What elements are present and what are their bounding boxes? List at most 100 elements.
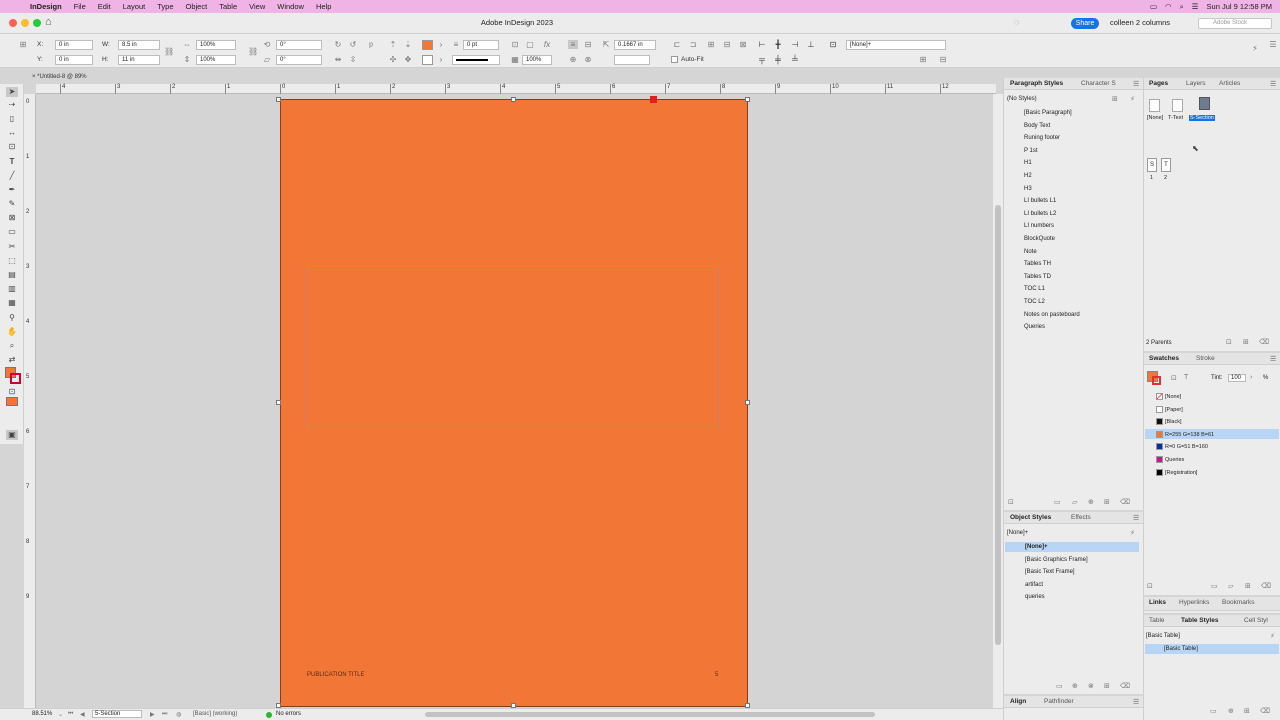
text-frame-outline[interactable] — [307, 265, 720, 430]
folder-icon[interactable]: ▱ — [1072, 498, 1077, 506]
menu-table[interactable]: Table — [219, 2, 237, 11]
text-wrap-none-icon[interactable]: ≡ — [568, 40, 578, 49]
gradient-feather-tool-icon[interactable]: ▥ — [6, 284, 18, 294]
free-transform-tool-icon[interactable]: ⬚ — [6, 256, 18, 266]
paragraph-style-item[interactable]: LI bullets L1 — [1024, 198, 1056, 204]
align-left-icon[interactable]: ⊢ — [757, 40, 767, 49]
new-style-icon[interactable]: ⊞ — [1244, 707, 1250, 715]
battery-icon[interactable]: ▭ — [1150, 2, 1157, 11]
preflight-globe-icon[interactable]: ◍ — [176, 711, 181, 718]
controlbar-menu-icon[interactable]: ☰ — [1268, 40, 1278, 49]
running-footer-page-number[interactable]: 5 — [715, 672, 718, 678]
parent-thumb-none[interactable] — [1149, 99, 1160, 112]
opacity-field[interactable]: 100% — [522, 55, 552, 65]
preflight-profile[interactable]: [Basic] (working) — [193, 711, 237, 717]
trash-icon[interactable]: ⌫ — [1259, 338, 1269, 346]
formatting-container-icon[interactable]: ⊡ — [1171, 374, 1177, 382]
swatch-stroke-proxy[interactable] — [1152, 376, 1161, 385]
rectangle-frame-tool-icon[interactable]: ⊠ — [6, 213, 18, 223]
panel-menu-icon[interactable]: ☰ — [1133, 80, 1139, 88]
menu-object[interactable]: Object — [186, 2, 208, 11]
tab-links[interactable]: Links — [1149, 599, 1166, 606]
selection-tool-icon[interactable]: ➤ — [6, 87, 18, 97]
scale-y-field[interactable]: 100% — [196, 55, 236, 65]
create-style-group-icon[interactable]: ⊞ — [1112, 95, 1118, 103]
parent-label-t-text[interactable]: T-Text — [1168, 115, 1183, 121]
last-page-icon[interactable]: ⏭ — [162, 711, 167, 718]
rotate-field[interactable]: 0° — [276, 40, 322, 50]
paragraph-style-item[interactable]: [Basic Paragraph] — [1024, 110, 1072, 116]
text-wrap-bounding-icon[interactable]: ⊟ — [583, 40, 593, 49]
paragraph-style-item[interactable]: Note — [1024, 249, 1037, 255]
align-center-icon[interactable]: ╋ — [773, 40, 783, 49]
tab-table[interactable]: Table — [1149, 617, 1165, 624]
library-icon[interactable]: ⊡ — [1008, 498, 1014, 506]
object-style-item[interactable]: artifact — [1025, 582, 1043, 588]
running-footer-title[interactable]: PUBLICATION TITLE — [307, 672, 364, 678]
paragraph-style-item[interactable]: Tables TD — [1024, 274, 1051, 280]
trash-icon[interactable]: ⌫ — [1260, 707, 1270, 715]
align-right-icon[interactable]: ⊣ — [790, 40, 800, 49]
distribute-bottom-icon[interactable]: ╧ — [790, 55, 800, 64]
new-style-icon[interactable]: ⊞ — [1104, 682, 1110, 690]
clear-overrides-icon[interactable]: ⊕ — [1228, 707, 1234, 715]
width-field[interactable]: 8.5 in — [118, 40, 160, 50]
panel-menu-icon[interactable]: ☰ — [1133, 698, 1139, 706]
page-thumb-1[interactable]: S — [1147, 158, 1157, 172]
panel-menu-icon[interactable]: ☰ — [1270, 80, 1276, 88]
tab-stroke[interactable]: Stroke — [1196, 355, 1215, 362]
preflight-errors[interactable]: No errors — [276, 711, 301, 717]
object-style-item[interactable]: [None]+ — [1025, 544, 1048, 550]
rectangle-tool-icon[interactable]: ▭ — [6, 227, 18, 237]
panel-menu-icon[interactable]: ☰ — [1133, 514, 1139, 522]
align-h-centers-icon[interactable]: ⊐ — [688, 40, 698, 49]
zoom-tool-icon[interactable]: ⌕ — [6, 341, 18, 351]
tint-field[interactable]: 100 — [1228, 374, 1246, 382]
trash-icon[interactable]: ⌫ — [1120, 682, 1130, 690]
trash-icon[interactable]: ⌫ — [1261, 582, 1271, 590]
menu-file[interactable]: File — [74, 2, 86, 11]
height-field[interactable]: 11 in — [118, 55, 160, 65]
fitting-offset-field[interactable]: 0.1667 in — [614, 40, 656, 50]
paragraph-style-item[interactable]: Tables TH — [1024, 261, 1051, 267]
swatch-item[interactable]: [Paper] — [1165, 407, 1183, 413]
select-container-icon[interactable]: ⇡ — [388, 40, 398, 49]
distribute-icon[interactable]: ⊟ — [722, 40, 732, 49]
vertical-scrollbar-thumb[interactable] — [995, 205, 1001, 645]
swatch-item[interactable]: [Black] — [1165, 419, 1182, 425]
folder-icon[interactable]: ▭ — [1210, 707, 1217, 715]
control-center-icon[interactable]: ☰ — [1192, 2, 1199, 11]
paragraph-style-item[interactable]: BlockQuote — [1024, 236, 1055, 242]
next-page-icon[interactable]: ▶ — [150, 711, 155, 718]
horizontal-scrollbar-thumb[interactable] — [425, 712, 875, 717]
tab-articles[interactable]: Articles — [1219, 80, 1240, 87]
menu-window[interactable]: Window — [277, 2, 304, 11]
paragraph-style-item[interactable]: H2 — [1024, 173, 1032, 179]
shear-field[interactable]: 0° — [276, 55, 322, 65]
object-style-item[interactable]: [Basic Graphics Frame] — [1025, 557, 1088, 563]
screen-mode-icon[interactable]: ▣ — [6, 430, 18, 440]
pen-tool-icon[interactable]: ✒ — [6, 185, 18, 195]
trash-icon[interactable]: ⌫ — [1120, 498, 1130, 506]
formatting-text-icon[interactable]: T — [1184, 374, 1188, 381]
tint-dropdown-icon[interactable]: › — [1250, 374, 1252, 381]
note-tool-icon[interactable]: ▦ — [6, 298, 18, 308]
search-icon[interactable]: ⌕ — [1180, 2, 1184, 12]
tab-layers[interactable]: Layers — [1186, 80, 1206, 87]
distribute-middle-icon[interactable]: ╪ — [773, 55, 783, 64]
auto-fit-checkbox[interactable] — [671, 56, 678, 63]
fill-dropdown-icon[interactable]: › — [436, 40, 446, 49]
distribute-top-icon[interactable]: ╤ — [757, 55, 767, 64]
gap-tool-icon[interactable]: ↔ — [6, 128, 18, 138]
zoom-dropdown-icon[interactable]: ⌄ — [58, 711, 63, 718]
wifi-icon[interactable]: ◠ — [1165, 2, 1172, 11]
align-right-edges-icon[interactable]: ⊞ — [706, 40, 716, 49]
quick-apply-icon[interactable]: ⊟ — [938, 55, 948, 64]
select-previous-icon[interactable]: ✣ — [388, 55, 398, 64]
flip-vertical-icon[interactable]: ⇳ — [348, 55, 358, 64]
new-color-group-icon[interactable]: ▭ — [1211, 582, 1218, 590]
edit-page-size-icon[interactable]: ⊡ — [1226, 338, 1232, 346]
swatch-item[interactable]: R=255 G=138 B=61 — [1165, 432, 1214, 438]
pencil-tool-icon[interactable]: ✎ — [6, 199, 18, 209]
zoom-level[interactable]: 88.51% — [32, 711, 52, 717]
